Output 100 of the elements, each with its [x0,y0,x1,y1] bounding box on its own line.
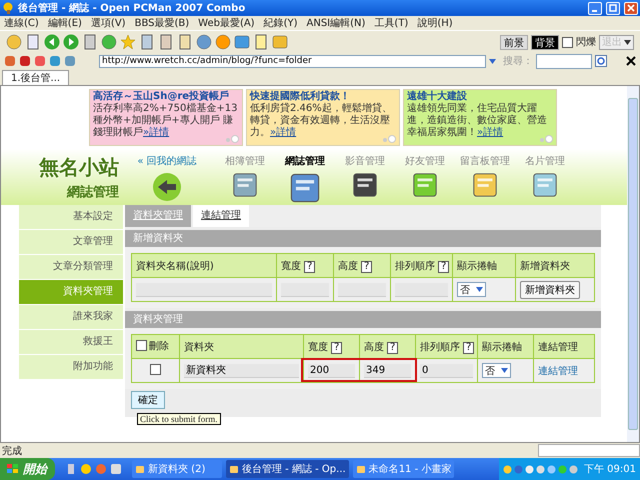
column-header: 排列順序 ? [416,334,478,358]
checkbox[interactable] [136,340,147,352]
nav-link[interactable]: 網誌管理 [285,154,325,168]
details-link[interactable]: »詳情 [270,127,296,138]
checkbox[interactable] [562,36,573,48]
column-header: 新增資料夾 [516,254,594,278]
menu-item[interactable]: 說明(H) [417,16,453,30]
help-button[interactable]: ? [304,260,316,272]
sidebar-item[interactable]: 文章管理 [19,230,123,254]
submit-button[interactable]: 確定 [131,391,165,409]
search-label: 搜尋： [503,54,533,68]
site-logo[interactable]: 無名小站 [39,154,119,180]
ad-text: 遠雄領先同業，住宅品質大躍進，造鎮造街、數位家庭、營造幸福居家氛圍！»詳情 [407,103,548,139]
menu-item[interactable]: BBS最愛(B) [134,16,190,30]
taskbar-button[interactable]: 未命名11 - 小畫家 [352,460,454,478]
help-button[interactable]: ? [361,260,372,272]
input-field[interactable] [281,282,329,296]
input-field[interactable] [395,282,448,296]
column-header: 寬度 ? [276,254,334,278]
taskbar-button[interactable]: 新資料夾 (2) [132,460,222,478]
forward-icon[interactable] [63,34,79,50]
input-field[interactable]: 新資料夾 [184,364,299,378]
ad-banner[interactable]: 遠雄十大建設 遠雄領先同業，住宅品質大躍進，造鎮造街、數位家庭、營造幸福居家氛圍！»詳情 [403,89,557,146]
sidebar-item[interactable]: 附加功能 [19,355,123,379]
ad-text: 低利房貸2.46%起，輕鬆增貸、轉貸，資金有效週轉，生活沒壓力。»詳情 [250,103,393,139]
sidebar-item[interactable]: 基本設定 [19,205,123,229]
maximize-button[interactable] [606,2,620,14]
help-button[interactable]: ? [463,342,474,354]
help-button[interactable]: ? [331,342,342,354]
help-button[interactable]: ? [438,260,450,272]
close-icon[interactable] [626,56,636,66]
menu-item[interactable]: ANSI編輯(N) [306,16,366,30]
column-header: 連結管理 [534,334,594,358]
browser-tab[interactable]: 1.後台管... [2,70,70,85]
checkbox[interactable] [150,364,161,374]
column-header: 刪除 [149,340,169,353]
caret-icon [624,40,631,44]
ad-banner[interactable]: 快速提國際低利貸款！ 低利房貸2.46%起，輕鬆增貸、轉貸，資金有效週轉，生活沒壓力。»詳情 [246,89,400,146]
back-icon[interactable] [44,34,60,50]
search-engine-icon[interactable] [595,55,607,67]
column-header: 高度 ? [334,254,390,278]
section-header: 資料夾管理 [125,311,601,328]
minimize-button[interactable] [588,2,602,14]
section-header: 新增資料夾 [125,230,601,247]
column-header: 資料夾名稱(說明) [132,254,276,278]
menu-item[interactable]: Web最愛(A) [198,16,255,30]
sidebar-item[interactable]: 誰來我家 [19,305,123,329]
column-header: 高度 ? [360,334,416,358]
menu-item[interactable]: 紀錄(Y) [264,16,298,30]
dropdown[interactable]: 否 [482,363,511,378]
quick-launch-icon[interactable] [65,463,77,475]
column-header: 排列順序 ? [390,254,452,278]
color-toggle[interactable]: 背景 [531,34,559,50]
sidebar-item[interactable]: 文章分類管理 [19,255,123,279]
menu-item[interactable]: 編輯(E) [48,16,82,30]
close-button[interactable] [624,2,638,14]
caret-icon [476,287,483,292]
input-field[interactable]: 200 [308,364,355,378]
menu-item[interactable]: 選項(V) [90,16,126,30]
details-link[interactable]: »詳情 [477,127,504,138]
help-button[interactable]: ? [387,342,398,354]
ad-banner[interactable]: 高活存～玉山Sh@re投資帳戶 活存利率高2%+750檔基金+13種外幣+加開帳戶+專人開戶 賺錢理財帳戶»詳情 [89,89,243,146]
column-header: 資料夾 [180,334,304,358]
scrollbar[interactable] [627,86,639,442]
section-title: 網誌管理 [67,184,119,200]
dots-icon [382,135,396,143]
input-field[interactable]: 349 [364,364,411,378]
document-icon[interactable] [25,34,41,50]
ad-title[interactable]: 快速提國際低利貸款！ [250,91,396,103]
details-link[interactable]: »詳情 [143,127,170,138]
scrollbar-thumb[interactable] [628,98,638,430]
menu-item[interactable]: 工具(T) [374,16,408,30]
column-header: 寬度 ? [304,334,360,358]
address-field[interactable]: http://www.wretch.cc/admin/blog/?func=folder [99,54,486,68]
input-field[interactable] [338,282,386,296]
menu-item[interactable]: 連線(C) [4,16,39,30]
sidebar-item[interactable]: 救援王 [19,330,123,354]
app-icon [2,2,14,14]
subtab[interactable]: 連結管理 [193,205,249,227]
start-button[interactable]: 開始 [0,458,55,480]
caret-icon[interactable] [489,58,496,64]
ad-title[interactable]: 遠雄十大建設 [407,91,553,103]
back-link[interactable]: « 回我的網誌 [137,154,197,168]
input-field[interactable] [136,282,272,296]
input-field[interactable]: 0 [420,364,473,378]
quick-launch-icon[interactable] [110,463,122,475]
column-header: 顯示捲軸 [452,254,516,278]
caret-icon [501,368,508,373]
maximize-icon [609,4,617,12]
dots-icon [225,135,239,143]
add-folder-button[interactable]: 新增資料夾 [520,280,580,298]
dropdown[interactable]: 否 [457,282,486,297]
search-field[interactable] [536,54,592,68]
taskbar-button[interactable]: 後台管理 - 網誌 - Op... [226,460,349,478]
star-icon[interactable] [120,34,136,50]
checkbox-label: 閃爍 [576,36,596,49]
windows-logo-icon [6,463,20,475]
color-toggle[interactable]: 前景 [500,34,528,50]
ad-title[interactable]: 高活存～玉山Sh@re投資帳戶 [93,91,239,103]
quick-launch-icon[interactable] [80,463,92,475]
